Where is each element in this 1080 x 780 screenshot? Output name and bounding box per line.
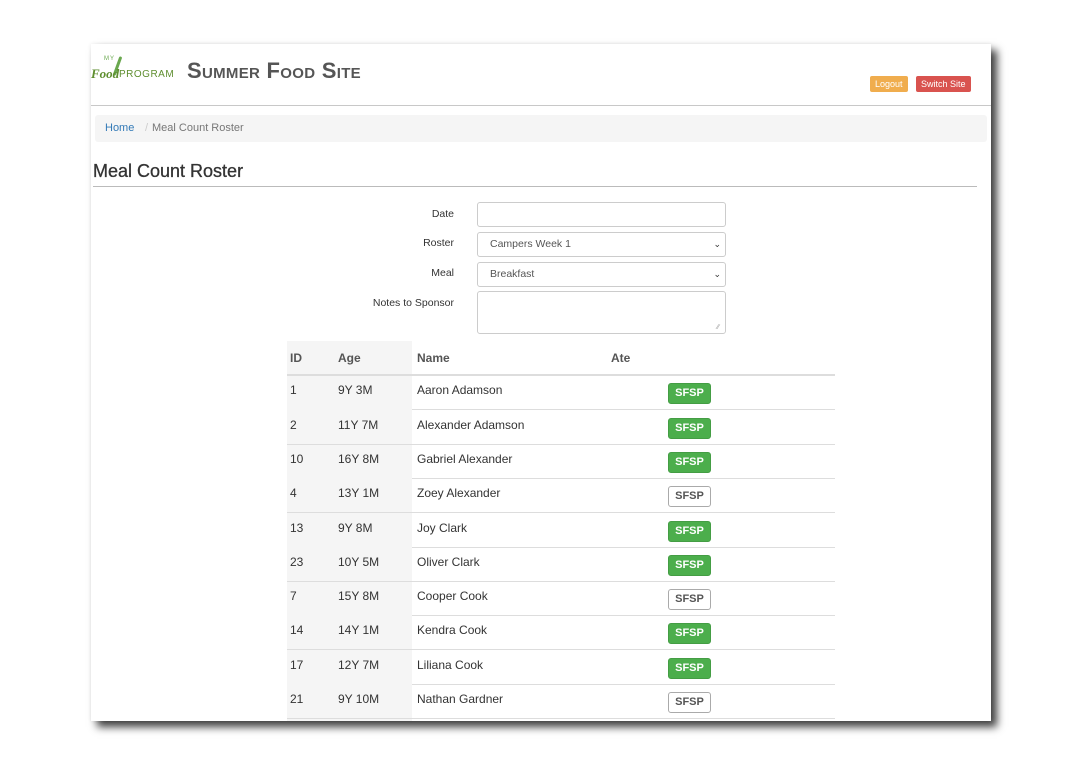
switch-site-button[interactable]: Switch Site (916, 76, 971, 92)
roster-select[interactable]: Campers Week 1 ⌄ (477, 232, 726, 257)
logo-food-text: Food (91, 66, 120, 81)
ate-sfsp-toggle[interactable]: SFSP (668, 521, 711, 542)
ate-sfsp-toggle[interactable]: SFSP (668, 555, 711, 576)
table-row: 2 11Y 7M Alexander Adamson SFSP (287, 411, 835, 445)
cell-id: 7 (290, 589, 297, 603)
column-header-age: Age (338, 351, 361, 365)
site-title: Summer Food Site (187, 58, 361, 83)
cell-age: 12Y 7M (338, 658, 380, 672)
ate-sfsp-toggle[interactable]: SFSP (668, 418, 711, 439)
cell-age: 14Y 1M (338, 623, 380, 637)
logo-program-text: PROGRAM (119, 69, 175, 80)
cell-age: 16Y 8M (338, 452, 380, 466)
logo-my-text: MY (104, 56, 115, 62)
table-row: 14 14Y 1M Kendra Cook SFSP (287, 616, 835, 650)
cell-id: 23 (290, 555, 304, 569)
cell-name: Cooper Cook (417, 589, 488, 603)
roster-label: Roster (423, 237, 454, 249)
notes-label: Notes to Sponsor (372, 297, 454, 309)
meal-selected-value: Breakfast (490, 268, 535, 280)
breadcrumb-home-link[interactable]: Home (105, 115, 134, 142)
breadcrumb-current: Meal Count Roster (152, 122, 244, 134)
breadcrumb-separator: / (145, 122, 149, 134)
ate-sfsp-toggle[interactable]: SFSP (668, 486, 711, 507)
cell-id: 4 (290, 486, 297, 500)
table-row: 4 13Y 1M Zoey Alexander SFSP (287, 479, 835, 513)
column-header-id: ID (290, 351, 302, 365)
table-row: 17 12Y 7M Liliana Cook SFSP (287, 651, 835, 685)
cell-age: 13Y 1M (338, 486, 380, 500)
cell-name: Oliver Clark (417, 555, 480, 569)
page-title: Meal Count Roster (93, 161, 244, 181)
table-row: 7 15Y 8M Cooper Cook SFSP (287, 582, 835, 616)
table-row: 1 9Y 3M Aaron Adamson SFSP (287, 376, 835, 410)
meal-select[interactable]: Breakfast ⌄ (477, 262, 726, 287)
table-row: 23 10Y 5M Oliver Clark SFSP (287, 548, 835, 582)
table-row: 21 9Y 10M Nathan Gardner SFSP (287, 685, 835, 719)
meal-label: Meal (431, 267, 454, 279)
chevron-down-icon: ⌄ (713, 239, 721, 249)
cell-id: 1 (290, 383, 297, 397)
cell-id: 13 (290, 521, 304, 535)
notes-textarea[interactable] (477, 291, 726, 334)
table-row: 10 16Y 8M Gabriel Alexander SFSP (287, 445, 835, 479)
ate-sfsp-toggle[interactable]: SFSP (668, 589, 711, 610)
cell-age: 9Y 3M (338, 383, 373, 397)
column-header-ate: Ate (611, 351, 631, 365)
myfoodprogram-logo[interactable]: MY Food PROGRAM (91, 54, 181, 86)
cell-age: 9Y 10M (338, 692, 380, 706)
row-divider (287, 649, 835, 650)
cell-name: Zoey Alexander (417, 486, 501, 500)
chevron-down-icon: ⌄ (713, 269, 721, 279)
cell-id: 21 (290, 692, 304, 706)
site-header: MY Food PROGRAM Summer Food Site Logout … (91, 44, 991, 106)
column-header-name: Name (417, 351, 450, 365)
table-row: 13 9Y 8M Joy Clark SFSP (287, 514, 835, 548)
browser-page: MY Food PROGRAM Summer Food Site Logout … (91, 44, 991, 721)
date-label: Date (431, 208, 454, 220)
cell-name: Liliana Cook (417, 658, 484, 672)
cell-name: Kendra Cook (417, 623, 488, 637)
cell-id: 10 (290, 452, 304, 466)
row-divider (412, 409, 835, 410)
breadcrumb: Home / Meal Count Roster (95, 115, 987, 142)
cell-name: Alexander Adamson (417, 418, 525, 432)
roster-selected-value: Campers Week 1 (490, 238, 571, 250)
ate-sfsp-toggle[interactable]: SFSP (668, 623, 711, 644)
cell-age: 15Y 8M (338, 589, 380, 603)
title-divider (93, 186, 977, 187)
date-field[interactable] (477, 202, 726, 227)
cell-age: 11Y 7M (338, 418, 379, 432)
ate-sfsp-toggle[interactable]: SFSP (668, 452, 711, 473)
cell-name: Gabriel Alexander (417, 452, 513, 466)
cell-age: 9Y 8M (338, 521, 373, 535)
logout-button[interactable]: Logout (870, 76, 908, 92)
row-divider (287, 718, 835, 719)
cell-name: Joy Clark (417, 521, 468, 535)
cell-id: 14 (290, 623, 304, 637)
cell-name: Nathan Gardner (417, 692, 504, 706)
ate-sfsp-toggle[interactable]: SFSP (668, 383, 711, 404)
row-divider (287, 512, 835, 513)
cell-id: 2 (290, 418, 297, 432)
cell-name: Aaron Adamson (417, 383, 503, 397)
ate-sfsp-toggle[interactable]: SFSP (668, 692, 711, 713)
ate-sfsp-toggle[interactable]: SFSP (668, 658, 711, 679)
cell-id: 17 (290, 658, 304, 672)
cell-age: 10Y 5M (338, 555, 380, 569)
